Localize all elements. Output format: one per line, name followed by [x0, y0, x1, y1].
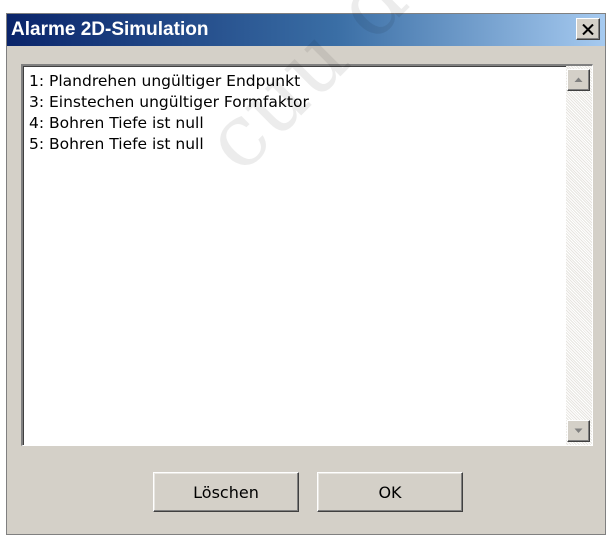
alarm-list: 1: Plandrehen ungültiger Endpunkt 3: Ein… [29, 71, 562, 155]
vertical-scrollbar[interactable] [566, 66, 592, 445]
scroll-up-button[interactable] [567, 69, 590, 91]
delete-button[interactable]: Löschen [153, 472, 299, 512]
alarm-list-item[interactable]: 5: Bohren Tiefe ist null [29, 134, 562, 155]
alarm-list-box[interactable]: 1: Plandrehen ungültiger Endpunkt 3: Ein… [21, 64, 593, 446]
alarm-list-item[interactable]: 3: Einstechen ungültiger Formfaktor [29, 92, 562, 113]
scroll-down-arrow-icon [574, 428, 583, 433]
close-button[interactable] [576, 18, 600, 40]
title-bar[interactable]: Alarme 2D-Simulation [7, 14, 605, 46]
scroll-up-arrow-icon [574, 77, 583, 82]
scroll-down-button[interactable] [567, 420, 590, 442]
alarm-list-item[interactable]: 4: Bohren Tiefe ist null [29, 113, 562, 134]
alarm-list-item[interactable]: 1: Plandrehen ungültiger Endpunkt [29, 71, 562, 92]
dialog-title: Alarme 2D-Simulation [11, 19, 209, 40]
alarm-dialog: Alarme 2D-Simulation 1: Plandrehen ungül… [6, 13, 606, 535]
close-x-icon [582, 23, 594, 35]
ok-button[interactable]: OK [317, 472, 463, 512]
